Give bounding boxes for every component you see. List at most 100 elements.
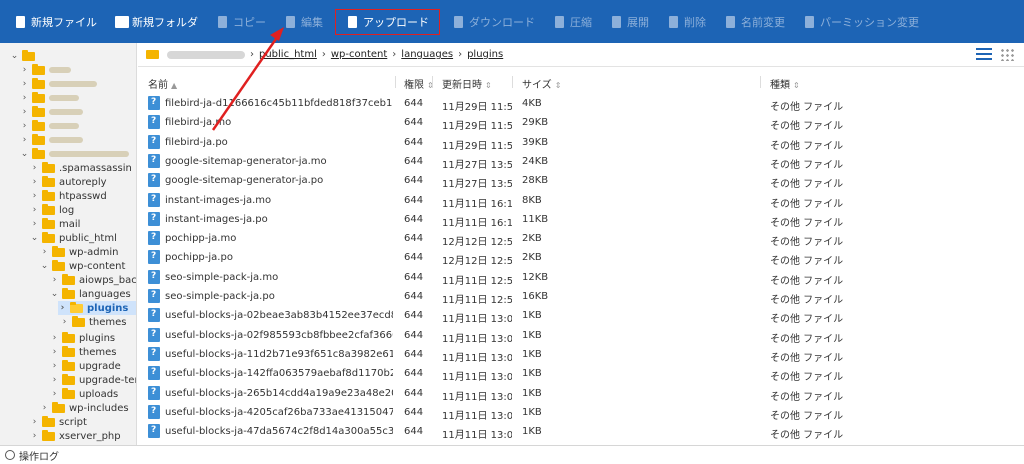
folder-icon	[62, 387, 75, 399]
column-name[interactable]: 名前 ▲	[148, 76, 177, 91]
file-row[interactable]: filebird-ja.mo 644 11月29日 11:52 29KB その他 ファイ…	[138, 113, 1024, 132]
file-row[interactable]: filebird-ja-d1166616c45b11bfded818f37ceb…	[138, 94, 1024, 113]
file-row[interactable]: filebird-ja.po 644 11月29日 11:52 39KB その他 ファイ…	[138, 133, 1024, 152]
file-type: その他 ファイル	[770, 372, 844, 384]
file-row[interactable]: useful-blocks-ja-47da5674c2f8d14a300a55c…	[138, 422, 1024, 441]
operation-log-link[interactable]: 操作ログ	[19, 448, 59, 463]
tree-item-redacted[interactable]: ›	[20, 133, 83, 147]
permission-button[interactable]: パーミッション変更	[797, 10, 925, 34]
tree-item-mail[interactable]: › mail	[30, 217, 80, 231]
redacted-label	[49, 123, 79, 129]
tree-item-xserver-php[interactable]: › xserver_php	[30, 429, 121, 443]
tree-item-log[interactable]: › log	[30, 203, 74, 217]
file-row[interactable]: seo-simple-pack-ja.po 644 11月11日 12:58 16KB…	[138, 287, 1024, 306]
file-row[interactable]: useful-blocks-ja-142ffa063579aebaf8d1170…	[138, 364, 1024, 383]
tree-item-upgrade-temp-backup[interactable]: ›upgrade-temp-ba	[50, 373, 136, 387]
file-row[interactable]: pochipp-ja.po 644 12月12日 12:54 2KB その他 ファイル	[138, 248, 1024, 267]
file-modified: 11月11日 13:00	[442, 391, 512, 403]
column-size[interactable]: サイズ ⇕	[522, 76, 561, 91]
file-size: 24KB	[522, 155, 549, 167]
copy-icon	[216, 15, 230, 28]
tree-item-spamassassin[interactable]: › .spamassassin	[30, 161, 132, 175]
tree-item-wp-content[interactable]: ⌄ wp-content	[40, 259, 125, 273]
file-type: その他 ファイル	[770, 295, 844, 306]
file-permission: 644	[404, 155, 424, 167]
rename-button[interactable]: 名前変更	[718, 10, 791, 34]
tree-item-public-html[interactable]: ⌄ public_html	[30, 231, 117, 245]
file-row[interactable]: instant-images-ja.po 644 11月11日 16:11 11KB そ…	[138, 210, 1024, 229]
new-folder-button[interactable]: 新規フォルダ	[109, 10, 204, 34]
unknown-file-icon	[148, 385, 160, 400]
file-row[interactable]: google-sitemap-generator-ja.po 644 11月27日 …	[138, 171, 1024, 190]
unknown-file-icon	[148, 211, 160, 226]
tree-item-redacted[interactable]: ⌄	[20, 147, 129, 161]
tree-item-languages[interactable]: ⌄ languages	[50, 287, 131, 301]
tree-item-themes[interactable]: › themes	[60, 315, 127, 329]
edit-button[interactable]: 編集	[278, 10, 329, 34]
file-row[interactable]: useful-blocks-ja-02f985593cb8fbbee2cfaf3…	[138, 326, 1024, 345]
file-modified: 11月11日 13:00	[442, 314, 512, 326]
status-bar: 操作ログ	[0, 445, 1024, 464]
delete-button[interactable]: 削除	[661, 10, 712, 34]
tree-item-uploads[interactable]: › uploads	[50, 387, 118, 401]
column-divider	[512, 76, 513, 88]
tree-item-redacted[interactable]: ›	[20, 77, 97, 91]
breadcrumb-redacted[interactable]	[167, 50, 245, 59]
copy-button[interactable]: コピー	[210, 10, 272, 34]
compress-button[interactable]: 圧縮	[547, 10, 598, 34]
breadcrumb-public-html[interactable]: public_html	[259, 49, 317, 60]
column-type[interactable]: 種類 ⇕	[770, 76, 800, 91]
chevron-right-icon: ›	[52, 275, 57, 285]
upload-button[interactable]: アップロード	[335, 8, 440, 35]
file-row[interactable]: useful-blocks-ja-02beae3ab83b4152ee37ecd…	[138, 306, 1024, 325]
clock-icon	[5, 450, 15, 460]
tree-item-wp-admin[interactable]: › wp-admin	[40, 245, 118, 259]
breadcrumb-wp-content[interactable]: wp-content	[331, 49, 387, 60]
file-name: google-sitemap-generator-ja.mo	[165, 155, 327, 167]
file-name: pochipp-ja.mo	[165, 233, 237, 245]
tree-item-upgrade[interactable]: › upgrade	[50, 359, 121, 373]
column-divider	[395, 76, 396, 88]
tree-item-redacted[interactable]: ›	[20, 105, 83, 119]
tree-root[interactable]: ⌄	[10, 49, 39, 63]
file-row[interactable]: seo-simple-pack-ja.mo 644 11月11日 12:58 12KB…	[138, 268, 1024, 287]
breadcrumb-languages[interactable]: languages	[401, 49, 453, 60]
file-size: 29KB	[522, 117, 549, 129]
tree-item-htpasswd[interactable]: › htpasswd	[30, 189, 107, 203]
file-size: 11KB	[522, 213, 549, 225]
file-permission: 644	[404, 348, 424, 360]
file-modified: 11月29日 11:52	[442, 121, 512, 133]
tree-item-script[interactable]: › script	[30, 415, 87, 429]
extract-button[interactable]: 展開	[604, 10, 655, 34]
file-row[interactable]: instant-images-ja.mo 644 11月11日 16:11 8KB その…	[138, 191, 1024, 210]
file-permission: 644	[404, 387, 424, 399]
file-row[interactable]: pochipp-ja.mo 644 12月12日 12:54 2KB その他 ファイル	[138, 229, 1024, 248]
download-button[interactable]: ダウンロード	[446, 10, 541, 34]
tree-item-wp-includes[interactable]: › wp-includes	[40, 401, 129, 415]
new-file-button[interactable]: 新規ファイル	[8, 10, 103, 34]
folder-icon	[22, 49, 35, 61]
tree-item-autoreply[interactable]: › autoreply	[30, 175, 107, 189]
tree-item-plugins-selected[interactable]: › plugins	[58, 301, 136, 315]
list-view-icon[interactable]	[976, 48, 992, 61]
file-type: その他 ファイル	[770, 217, 844, 229]
column-modified[interactable]: 更新日時 ⇕	[442, 76, 492, 91]
column-permission[interactable]: 権限 ⇕	[404, 76, 434, 91]
file-row[interactable]: google-sitemap-generator-ja.mo 644 11月27日 …	[138, 152, 1024, 171]
tree-item-themes[interactable]: › themes	[50, 345, 117, 359]
file-row[interactable]: useful-blocks-ja-265b14cdd4a19a9e23a48e2…	[138, 384, 1024, 403]
tree-item-redacted[interactable]: ›	[20, 119, 79, 133]
grid-view-icon[interactable]	[1000, 48, 1016, 61]
file-modified: 11月11日 13:00	[442, 430, 512, 442]
tree-item-redacted[interactable]: ›	[20, 63, 71, 77]
folder-icon	[32, 133, 45, 145]
tree-item-aiowps-backups[interactable]: ›aiowps_backups	[50, 273, 136, 287]
file-row[interactable]: useful-blocks-ja-4205caf26ba733ae4131504…	[138, 403, 1024, 422]
breadcrumb-plugins[interactable]: plugins	[467, 49, 503, 60]
file-row[interactable]: useful-blocks-ja-11d2b71e93f651c8a3982e6…	[138, 345, 1024, 364]
chevron-down-icon: ⌄	[10, 51, 19, 61]
tree-item-plugins[interactable]: › plugins	[50, 331, 115, 345]
tree-item-redacted[interactable]: ›	[20, 91, 79, 105]
file-type: その他 ファイル	[770, 391, 844, 403]
file-size: 28KB	[522, 175, 549, 187]
